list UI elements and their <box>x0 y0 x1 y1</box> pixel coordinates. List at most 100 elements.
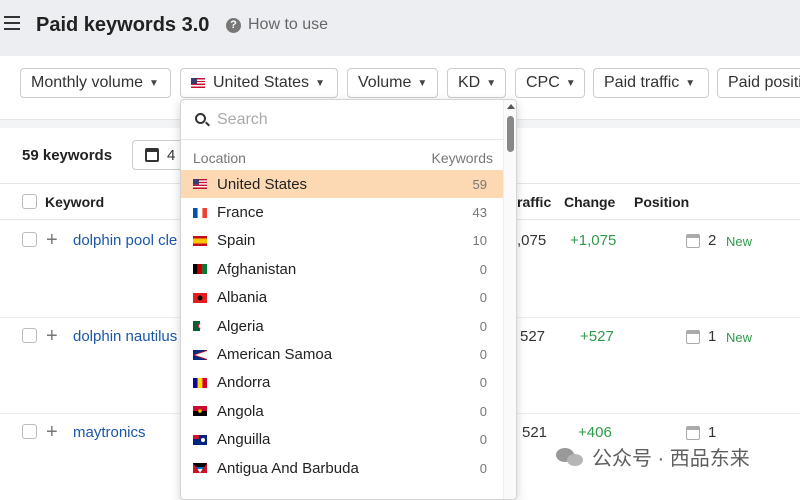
location-keyword-count: 43 <box>472 205 487 221</box>
filter-volume[interactable]: Volume ▼ <box>347 68 438 98</box>
filter-kd[interactable]: KD ▼ <box>447 68 506 98</box>
ao-flag-icon <box>193 406 207 417</box>
top-bar: Paid keywords 3.0 ? How to use <box>0 0 800 56</box>
location-search <box>181 100 503 140</box>
location-option-afghanistan[interactable]: Afghanistan 0 <box>181 255 503 283</box>
scroll-up-icon[interactable] <box>507 104 515 109</box>
filter-label: Volume <box>358 74 412 91</box>
location-option-anguilla[interactable]: Anguilla 0 <box>181 426 503 454</box>
filter-label: United States <box>213 74 310 91</box>
af-flag-icon <box>193 264 207 275</box>
position-value: 1 <box>708 424 717 441</box>
location-keyword-count: 0 <box>479 403 487 419</box>
filter-paid-positions[interactable]: Paid positi <box>717 68 800 98</box>
dz-flag-icon <box>193 321 207 332</box>
new-badge: New <box>726 330 753 345</box>
filter-label: CPC <box>526 74 560 91</box>
location-name: Albania <box>217 289 268 307</box>
filter-label: Monthly volume <box>31 74 144 91</box>
row-checkbox[interactable] <box>22 328 37 343</box>
ad-flag-icon <box>193 377 207 388</box>
location-name: United States <box>217 175 308 193</box>
how-to-use-link[interactable]: ? How to use <box>226 16 328 34</box>
fr-flag-icon <box>193 207 207 218</box>
keyword-link[interactable]: maytronics <box>73 424 146 441</box>
location-name: Andorra <box>217 374 271 392</box>
location-keyword-count: 59 <box>472 176 487 192</box>
location-name: Afghanistan <box>217 260 297 278</box>
menu-icon[interactable] <box>4 16 20 30</box>
chevron-down-icon: ▼ <box>315 77 325 89</box>
watermark: 公众号 · 西品东来 <box>556 442 750 471</box>
keyword-link[interactable]: dolphin nautilus <box>73 328 177 345</box>
header-change[interactable]: Change <box>564 194 615 210</box>
search-icon <box>195 113 206 124</box>
chevron-down-icon: ▼ <box>417 77 428 89</box>
row-checkbox[interactable] <box>22 232 37 247</box>
position-cell: 1 <box>686 328 716 345</box>
header-keyword[interactable]: Keyword <box>45 194 104 210</box>
location-option-france[interactable]: France 43 <box>181 198 503 226</box>
traffic-value: ,075 <box>517 232 547 249</box>
keyword-count: 59 keywords <box>22 147 113 164</box>
row-checkbox[interactable] <box>22 424 37 439</box>
location-list: United States 59 France 43 Spain 10 Afgh… <box>181 170 503 482</box>
location-keyword-count: 0 <box>479 375 487 391</box>
serp-icon[interactable] <box>686 233 700 248</box>
add-icon[interactable]: + <box>46 421 58 444</box>
location-option-algeria[interactable]: Algeria 0 <box>181 312 503 340</box>
location-option-spain[interactable]: Spain 10 <box>181 227 503 255</box>
ai-flag-icon <box>193 434 207 445</box>
change-value: +1,075 <box>570 232 617 249</box>
scrollbar-thumb[interactable] <box>507 116 514 152</box>
location-name: American Samoa <box>217 346 333 364</box>
filter-paid-traffic[interactable]: Paid traffic ▼ <box>593 68 709 98</box>
add-icon[interactable]: + <box>46 229 58 252</box>
keywords-column-label: Keywords <box>431 150 493 166</box>
location-option-united-states[interactable]: United States 59 <box>181 170 503 199</box>
new-badge: New <box>726 234 753 249</box>
location-option-andorra[interactable]: Andorra 0 <box>181 369 503 397</box>
help-icon: ? <box>226 17 241 33</box>
es-flag-icon <box>193 235 207 246</box>
al-flag-icon <box>193 292 207 303</box>
location-option-albania[interactable]: Albania 0 <box>181 284 503 312</box>
us-flag-icon <box>191 78 205 88</box>
chevron-down-icon: ▼ <box>486 77 497 89</box>
location-keyword-count: 0 <box>479 290 487 306</box>
location-dropdown: Location Keywords United States 59 Franc… <box>180 99 517 500</box>
filter-label: KD <box>458 74 481 91</box>
how-to-use-label: How to use <box>248 16 329 33</box>
location-name: Angola <box>217 402 264 420</box>
ag-flag-icon <box>193 463 207 474</box>
select-all-checkbox[interactable] <box>22 194 37 209</box>
position-cell: 1 <box>686 424 716 441</box>
filter-cpc[interactable]: CPC ▼ <box>515 68 585 98</box>
position-value: 2 <box>708 232 717 249</box>
header-traffic[interactable]: raffic <box>517 194 551 210</box>
location-option-angola[interactable]: Angola 0 <box>181 397 503 425</box>
calendar-icon <box>145 148 159 162</box>
location-keyword-count: 0 <box>479 318 487 334</box>
position-cell: 2 <box>686 232 716 249</box>
serp-icon[interactable] <box>686 329 700 344</box>
keyword-link[interactable]: dolphin pool cle <box>73 232 177 249</box>
location-name: Antigua And Barbuda <box>217 459 359 477</box>
header-position[interactable]: Position <box>634 194 689 210</box>
location-keyword-count: 0 <box>479 432 487 448</box>
serp-icon[interactable] <box>686 425 700 440</box>
add-icon[interactable]: + <box>46 325 58 348</box>
chevron-down-icon: ▼ <box>565 77 576 89</box>
dropdown-scrollbar[interactable] <box>503 100 516 499</box>
location-name: Spain <box>217 232 256 250</box>
filter-label: Paid positi <box>728 74 800 91</box>
search-input[interactable] <box>217 108 487 132</box>
location-keyword-count: 10 <box>472 233 487 249</box>
location-option-american-samoa[interactable]: American Samoa 0 <box>181 340 503 368</box>
location-option-antigua-and-barbuda[interactable]: Antigua And Barbuda 0 <box>181 454 503 482</box>
filter-location[interactable]: United States ▼ <box>180 68 338 98</box>
location-column-label: Location <box>193 150 246 166</box>
location-keyword-count: 0 <box>479 347 487 363</box>
change-value: +527 <box>580 328 614 345</box>
filter-monthly-volume[interactable]: Monthly volume ▼ <box>20 68 171 98</box>
